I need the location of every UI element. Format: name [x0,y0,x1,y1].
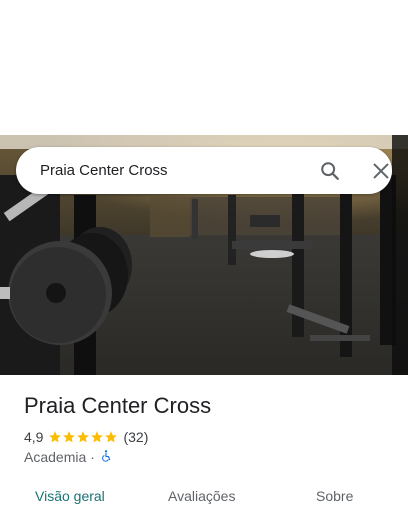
star-icon [91,431,104,443]
place-title: Praia Center Cross [24,393,212,418]
search-icon[interactable] [319,160,341,182]
tab-reviews[interactable]: Avaliações [168,478,235,510]
star-icon [49,431,62,443]
wheelchair-icon [99,449,113,466]
star-icon [105,431,118,443]
rating-value: 4,9 [24,429,44,445]
tab-overview[interactable]: Visão geral [35,478,105,510]
category-row: Academia · [24,448,113,466]
review-count[interactable]: (32) [123,429,148,445]
star-rating [48,430,118,444]
star-icon [63,431,76,443]
place-category: Academia [24,449,87,465]
search-query[interactable]: Praia Center Cross [40,147,168,194]
star-icon [77,431,90,443]
search-box[interactable]: Praia Center Cross [16,147,392,194]
rating-row[interactable]: 4,9 (32) [24,428,148,446]
close-icon[interactable] [370,160,392,182]
place-tabs: Visão geral Avaliações Sobre [0,478,408,510]
separator-dot: · [90,449,95,465]
tab-about[interactable]: Sobre [316,478,353,510]
map-area-blank [0,0,408,135]
